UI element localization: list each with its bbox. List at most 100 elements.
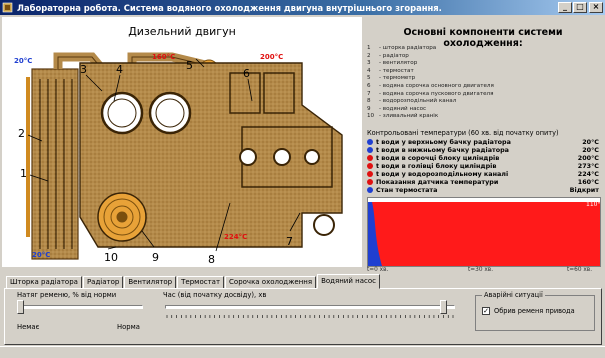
- component-number: 2: [367, 52, 371, 59]
- belt-break-checkbox-label[interactable]: Обрив ременя привода: [494, 307, 575, 315]
- component-item: 5 - термометр: [367, 75, 597, 83]
- chart-hot-area: [368, 202, 600, 266]
- callout-4: 4: [116, 63, 123, 76]
- components-list: 1 - шторка радіатора 2 - радіатор 3 - вентиля…: [367, 45, 597, 121]
- diagram-title: Дизельний двигун: [128, 25, 236, 38]
- temp-label-head: 224°C: [224, 233, 247, 241]
- temp-row-value: 200°C: [577, 154, 599, 162]
- callout-5: 5: [186, 59, 193, 72]
- component-label: - радіатор: [379, 52, 409, 59]
- component-label: - шторка радіатора: [379, 45, 437, 51]
- status-bar: [0, 346, 605, 358]
- belt-break-checkbox[interactable]: ✓: [482, 307, 490, 315]
- control-temps-list: t води у верхньому бачку радіатора 20°C t …: [367, 138, 599, 194]
- status-dot-icon: [367, 187, 373, 193]
- component-number: 7: [367, 90, 371, 97]
- component-item: 4 - термостат: [367, 68, 597, 76]
- alarm-group-legend: Аварійні ситуації: [482, 291, 545, 299]
- elapsed-time-track[interactable]: [165, 305, 455, 309]
- component-item: 1 - шторка радіатора: [367, 45, 597, 53]
- component-number: 9: [367, 105, 371, 112]
- elapsed-time-label: Час (від початку досвіду), хв: [163, 291, 267, 299]
- minimize-button[interactable]: _: [558, 2, 572, 13]
- tab-panel-water-pump: Натяг ременю, % від норми Немає Норма Ча…: [4, 288, 602, 345]
- component-item: 10 - зливальний кранік: [367, 113, 597, 121]
- belt-tension-max-label: Норма: [117, 323, 140, 331]
- belt-tension-thumb[interactable]: [17, 300, 24, 314]
- temp-label-thermostat: 160°C: [152, 53, 175, 61]
- radiator: [26, 68, 79, 260]
- callout-7: 7: [286, 235, 293, 248]
- component-number: 6: [367, 82, 371, 89]
- temp-row-label: t води у верхньому бачку радіатора: [376, 138, 511, 146]
- temp-row-value: Відкрит: [569, 186, 599, 194]
- component-item: 2 - радіатор: [367, 53, 597, 61]
- temp-label-bottom-left: 20°C: [32, 251, 50, 259]
- callout-10: 10: [104, 251, 118, 264]
- maximize-button[interactable]: □: [573, 2, 587, 13]
- chart-x-label-mid: t=30 хв.: [468, 267, 494, 273]
- temp-row-label: t води у водорозподільному каналі: [376, 170, 509, 178]
- chart-x-label-start: t=0 хв.: [367, 267, 389, 273]
- status-dot-icon: [367, 179, 373, 185]
- temp-row-value: 160°C: [577, 178, 599, 186]
- control-temps-title: Контрольовані температури (60 хв. від по…: [367, 129, 559, 137]
- temp-row-value: 273°C: [577, 162, 599, 170]
- elapsed-time-thumb[interactable]: [439, 300, 447, 314]
- callout-6: 6: [243, 67, 250, 80]
- belt-tension-label: Натяг ременю, % від норми: [17, 291, 117, 299]
- component-item: 3 - вентилятор: [367, 60, 597, 68]
- radiator-shutter: [26, 77, 30, 237]
- belt-tension-min-label: Немає: [17, 323, 40, 331]
- component-item: 8 - водорозподільний канал: [367, 98, 597, 106]
- title-bar: Лабораторна робота. Система водяного охо…: [0, 0, 605, 15]
- temp-row: Показання датчика температури 160°C: [367, 178, 599, 186]
- component-label: - термометр: [379, 75, 416, 82]
- status-dot-icon: [367, 163, 373, 169]
- status-dot-icon: [367, 171, 373, 177]
- temp-row: t води у верхньому бачку радіатора 20°C: [367, 138, 599, 146]
- belt-tension-track[interactable]: [17, 305, 143, 309]
- component-label: - вентилятор: [379, 60, 418, 67]
- callout-2: 2: [18, 127, 25, 140]
- info-panel: Основні компоненти системи охолодження: …: [363, 17, 603, 274]
- window-title: Лабораторна робота. Система водяного охо…: [17, 2, 442, 13]
- status-dot-icon: [367, 147, 373, 153]
- component-number: 4: [367, 67, 371, 74]
- callout-8: 8: [208, 253, 215, 266]
- temp-row-label: t води в сорочці блоку циліндрів: [376, 154, 500, 162]
- temp-row: t води у водорозподільному каналі 224°C: [367, 170, 599, 178]
- callout-3: 3: [80, 63, 87, 76]
- component-number: 5: [367, 75, 371, 82]
- status-dot-icon: [367, 155, 373, 161]
- component-number: 3: [367, 60, 371, 67]
- chart-x-label-end: t=60 хв.: [567, 267, 593, 273]
- temperature-chart: 110°: [367, 197, 601, 267]
- engine-diagram-svg: Дизельний двигун 1 2 3 4 5 6 7 8 9 10 20…: [14, 25, 343, 266]
- callout-9: 9: [152, 251, 159, 264]
- component-label: - водяна сорочка пускового двигателя: [379, 90, 494, 97]
- temp-row-label: t води в голівці блоку циліндрів: [376, 162, 497, 170]
- temp-row-label: t води в нижньому бачку радіатора: [376, 146, 509, 154]
- component-number: 1: [367, 45, 371, 51]
- callout-1: 1: [20, 167, 27, 180]
- component-label: - водяна сорочка основного двигателя: [379, 82, 494, 89]
- close-button[interactable]: ×: [589, 2, 603, 13]
- status-dot-icon: [367, 139, 373, 145]
- temperature-chart-svg: 110°: [368, 201, 600, 266]
- chart-max-label: 110°: [586, 201, 600, 208]
- tab-5[interactable]: Водяний насос: [317, 274, 380, 289]
- temp-label-top-left: 20°C: [14, 57, 32, 65]
- temp-row: t води в сорочці блоку циліндрів 200°C: [367, 154, 599, 162]
- temp-row-value: 20°C: [582, 138, 599, 146]
- engine-diagram: Дизельний двигун 1 2 3 4 5 6 7 8 9 10 20…: [2, 17, 362, 267]
- component-number: 10: [367, 113, 375, 120]
- temp-row: Стан термостата Відкрит: [367, 186, 599, 194]
- temp-row-label: Показання датчика температури: [376, 178, 499, 186]
- elapsed-time-ticks: [166, 315, 454, 318]
- app-icon: [2, 2, 13, 13]
- temp-row: t води в голівці блоку циліндрів 273°C: [367, 162, 599, 170]
- temp-row: t води в нижньому бачку радіатора 20°C: [367, 146, 599, 154]
- temp-row-value: 20°C: [582, 146, 599, 154]
- component-item: 6 - водяна сорочка основного двигателя: [367, 83, 597, 91]
